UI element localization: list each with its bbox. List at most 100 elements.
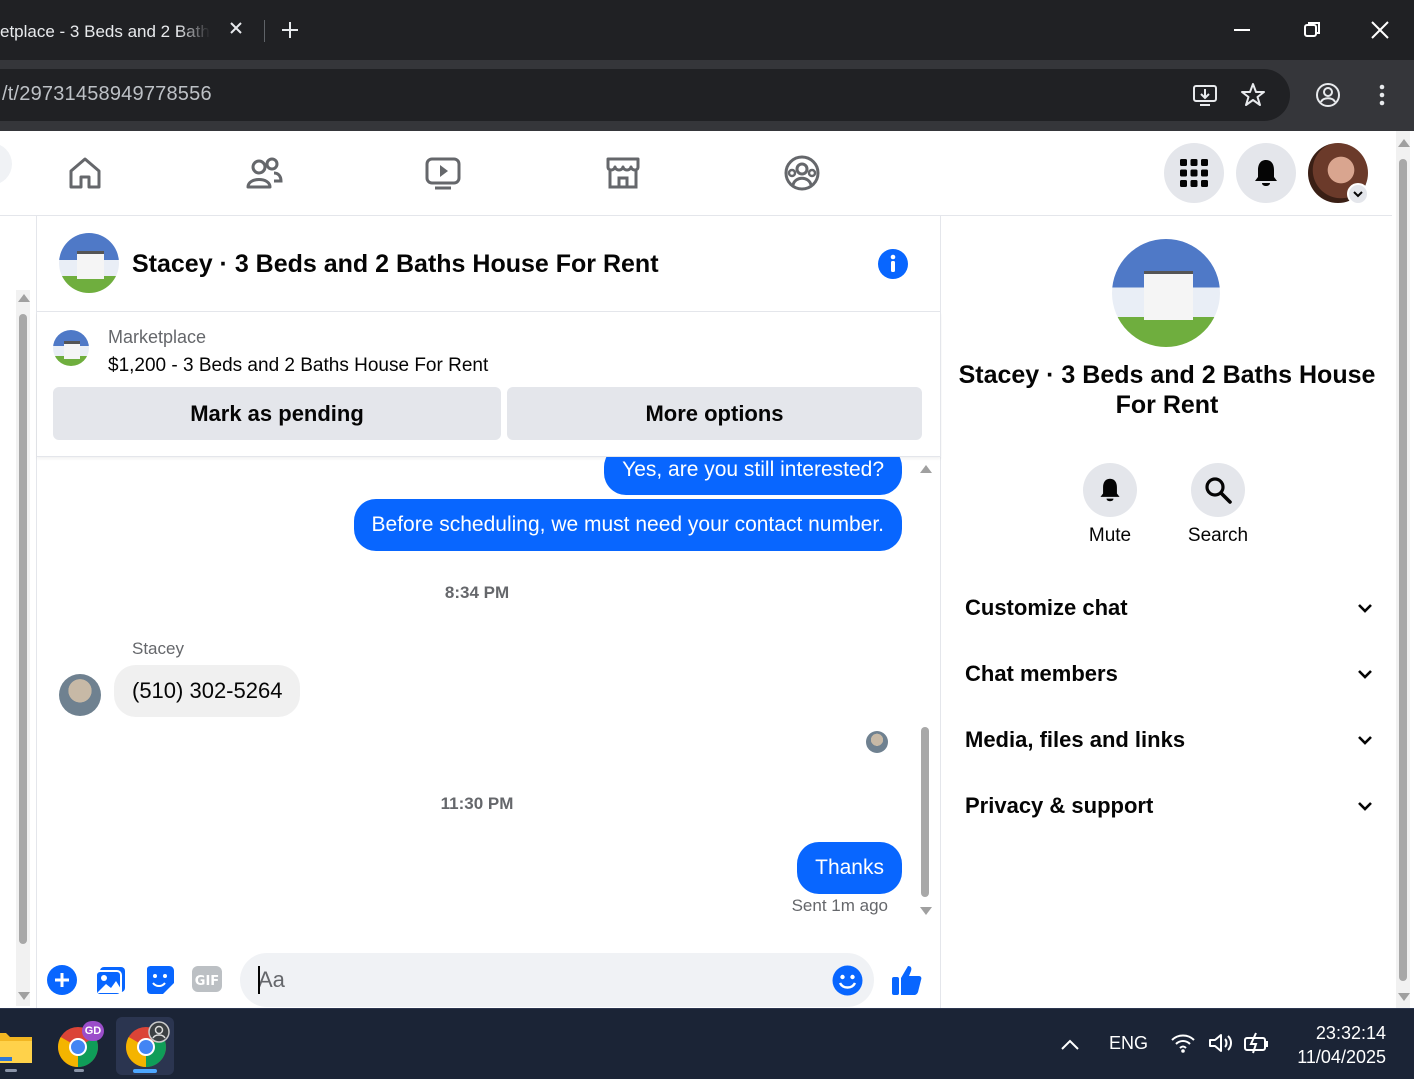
scroll-down-arrow[interactable] (18, 992, 30, 1000)
app-running-indicator (74, 1069, 84, 1072)
tab-separator (264, 20, 265, 42)
chevron-down-icon (1358, 802, 1372, 811)
photo-gallery-icon[interactable] (94, 963, 128, 997)
messages-scrollbar[interactable] (918, 461, 932, 916)
chat-title[interactable]: Stacey · 3 Beds and 2 Baths House For Re… (132, 250, 659, 279)
clock-time: 23:32:14 (1315, 1023, 1386, 1043)
gif-icon[interactable]: GIF (191, 963, 223, 995)
bookmark-star-icon[interactable] (1240, 82, 1266, 108)
scrollbar-thumb[interactable] (19, 314, 27, 944)
search-circle[interactable] (0, 143, 12, 185)
scroll-up-arrow[interactable] (18, 294, 30, 302)
account-menu-chevron[interactable] (1347, 183, 1369, 205)
listing-avatar[interactable] (59, 233, 119, 293)
facebook-nav-bar (0, 131, 1392, 216)
message-bubble-outgoing[interactable]: Thanks (797, 842, 902, 894)
section-label: Chat members (965, 661, 1118, 686)
mute-action[interactable]: Mute (1070, 463, 1150, 547)
friends-icon[interactable] (244, 153, 284, 193)
marketplace-label: Marketplace (108, 327, 207, 347)
search-action[interactable]: Search (1178, 463, 1258, 547)
chat-header: Stacey · 3 Beds and 2 Baths House For Re… (37, 216, 941, 312)
battery-charging-icon[interactable] (1242, 1031, 1270, 1055)
system-clock[interactable]: 23:32:14 11/04/2025 (1286, 1021, 1386, 1069)
customize-chat-section[interactable]: Customize chat (965, 586, 1375, 630)
groups-icon[interactable] (782, 153, 822, 193)
chevron-up-icon[interactable] (1059, 1035, 1081, 1055)
volume-icon[interactable] (1207, 1031, 1235, 1055)
scroll-up-arrow[interactable] (1398, 139, 1410, 147)
message-bubble-outgoing[interactable]: Yes, are you still interested? (604, 457, 902, 495)
panel-listing-avatar[interactable] (1112, 239, 1220, 347)
profile-icon (148, 1021, 170, 1043)
section-label: Privacy & support (965, 793, 1154, 818)
close-tab-icon[interactable] (226, 18, 246, 38)
sender-avatar[interactable] (59, 674, 101, 716)
browser-toolbar: /t/29731458949778556 (0, 60, 1414, 131)
listing-title[interactable]: $1,200 - 3 Beds and 2 Baths House For Re… (108, 355, 488, 377)
marketplace-listing-card: Marketplace $1,200 - 3 Beds and 2 Baths … (37, 312, 941, 457)
section-label: Media, files and links (965, 727, 1186, 752)
chat-members-section[interactable]: Chat members (965, 652, 1375, 696)
new-tab-icon[interactable] (280, 20, 300, 40)
browser-tab-strip: etplace - 3 Beds and 2 Baths House For R… (0, 0, 1414, 60)
text-caret (258, 966, 260, 994)
watch-video-icon[interactable] (423, 153, 463, 193)
page-scrollbar[interactable] (1396, 131, 1410, 1008)
profile-badge: GD (82, 1021, 104, 1041)
chevron-down-icon (1358, 604, 1372, 613)
bell-icon (1255, 160, 1277, 186)
mute-label: Mute (1088, 525, 1132, 546)
scroll-down-arrow[interactable] (1398, 993, 1410, 1001)
svg-text:GIF: GIF (195, 974, 219, 989)
message-bubble-incoming[interactable]: (510) 302-5264 (114, 665, 301, 717)
tab-title: etplace - 3 Beds and 2 Baths House For R… (0, 22, 210, 41)
sender-name: Stacey (132, 639, 184, 658)
close-window-icon[interactable] (1368, 18, 1392, 42)
search-icon (1205, 477, 1232, 504)
mark-as-pending-button[interactable]: Mark as pending (53, 387, 501, 440)
info-icon[interactable] (877, 248, 909, 280)
thumbs-up-icon[interactable] (890, 963, 924, 997)
privacy-support-section[interactable]: Privacy & support (965, 784, 1375, 828)
marketplace-store-icon[interactable] (603, 153, 643, 193)
sent-status: Sent 1m ago (791, 896, 888, 915)
emoji-icon[interactable] (832, 965, 863, 996)
profile-icon[interactable] (1315, 82, 1341, 108)
scroll-down-arrow[interactable] (920, 907, 932, 915)
scrollbar-thumb[interactable] (921, 727, 929, 897)
restore-icon[interactable] (1300, 18, 1324, 42)
message-composer: GIF (37, 932, 941, 1008)
message-list: Yes, are you still interested? Before sc… (37, 457, 941, 932)
panel-title: Stacey · 3 Beds and 2 Baths House For Re… (958, 361, 1376, 419)
scroll-up-arrow[interactable] (920, 465, 932, 473)
file-explorer-icon[interactable] (0, 1027, 34, 1067)
windows-taskbar: GD ENG 23:32:14 11/04/2025 (0, 1008, 1414, 1079)
minimize-icon[interactable] (1230, 18, 1254, 42)
app-active-indicator (133, 1069, 157, 1073)
media-files-links-section[interactable]: Media, files and links (965, 718, 1375, 762)
kebab-menu-icon[interactable] (1369, 82, 1395, 108)
sidebar-scrollbar[interactable] (16, 290, 30, 1006)
message-input-wrapper[interactable] (240, 953, 874, 1007)
section-label: Customize chat (965, 595, 1128, 620)
browser-tab[interactable]: etplace - 3 Beds and 2 Baths House For R… (0, 8, 262, 60)
grid-icon (1180, 159, 1208, 187)
plus-circle-icon[interactable] (46, 964, 78, 996)
chevron-down-icon (1358, 670, 1372, 679)
scrollbar-thumb[interactable] (1399, 159, 1407, 981)
listing-thumbnail[interactable] (53, 330, 89, 366)
language-indicator[interactable]: ENG (1109, 1033, 1148, 1054)
message-timestamp: 8:34 PM (444, 583, 510, 602)
message-input[interactable] (258, 953, 818, 1007)
address-bar[interactable]: /t/29731458949778556 (0, 69, 1290, 121)
more-options-button[interactable]: More options (507, 387, 922, 440)
read-receipt-avatar (866, 731, 888, 753)
notifications-button[interactable] (1236, 143, 1296, 203)
menu-grid-button[interactable] (1164, 143, 1224, 203)
sticker-icon[interactable] (143, 963, 177, 997)
home-icon[interactable] (65, 153, 105, 193)
wifi-icon[interactable] (1170, 1031, 1196, 1055)
message-bubble-outgoing[interactable]: Before scheduling, we must need your con… (353, 499, 902, 551)
install-app-icon[interactable] (1192, 82, 1218, 108)
